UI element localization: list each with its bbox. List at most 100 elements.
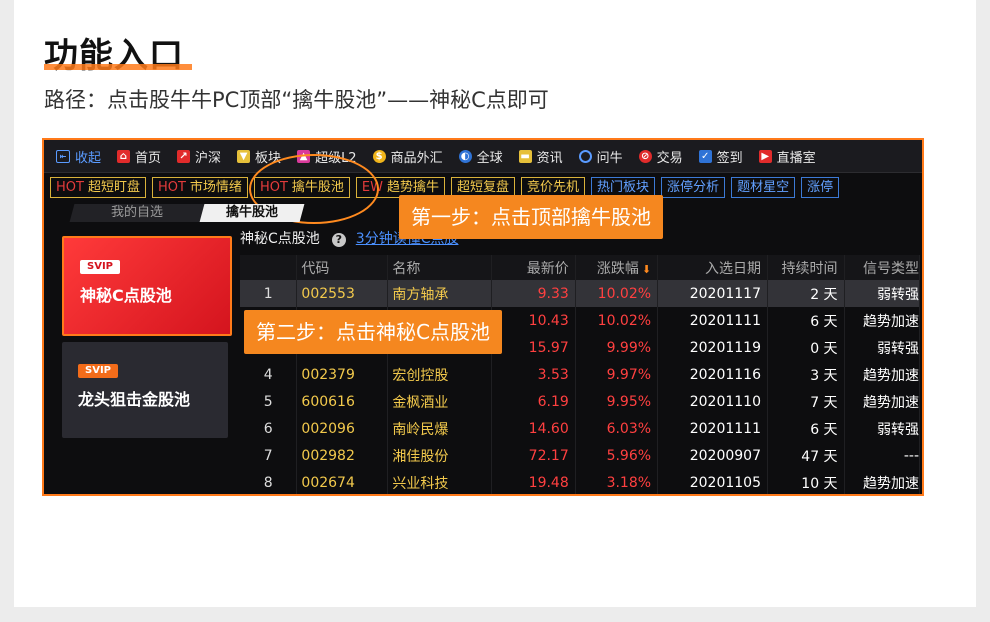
nav-global[interactable]: ◐ 全球	[458, 147, 503, 166]
nav-news[interactable]: ▬ 资讯	[518, 147, 563, 166]
cell-price: 6.19	[491, 388, 576, 415]
chart-icon: ↗	[177, 149, 191, 163]
cell-signal: 趋势加速	[844, 388, 921, 415]
step1-callout: 第一步：点击顶部擒牛股池	[399, 195, 663, 239]
nav-label: 问牛	[596, 150, 623, 166]
folder-icon: ▬	[518, 149, 532, 163]
pool-main: 神秘C点股池? 3分钟读懂C点股 代码 名称 最新价 涨跌幅 ⬇ 入选日期 持续时间…	[240, 226, 921, 494]
nav-label: 沪深	[195, 150, 222, 166]
cell-price: 10.43	[491, 307, 576, 334]
nav-checkin[interactable]: ✓ 签到	[698, 147, 743, 166]
cell-change: 5.96%	[575, 442, 659, 469]
table-row[interactable]: 8 002674 兴业科技 19.48 3.18% 20201105 10 天趋势加速	[240, 469, 921, 494]
tab-label: 擒牛股池	[225, 205, 278, 220]
tag-label: 超短复盘	[457, 179, 510, 195]
cell-price: 19.48	[491, 469, 576, 494]
cell-duration: 6 天	[767, 415, 845, 442]
nav-commodity[interactable]: $ 商品外汇	[372, 147, 443, 166]
cell-change: 10.02%	[575, 280, 659, 307]
cell-duration: 3 天	[767, 361, 845, 388]
cell-duration: 47 天	[767, 442, 845, 469]
tag-theme[interactable]: 题材星空	[731, 176, 796, 198]
col-price[interactable]: 最新价	[491, 255, 576, 280]
col-duration[interactable]: 持续时间	[767, 255, 845, 280]
cell-date: 20201117	[657, 280, 768, 307]
col-date[interactable]: 入选日期	[657, 255, 768, 280]
cell-index: 7	[240, 442, 298, 469]
col-code[interactable]: 代码	[296, 255, 389, 280]
cell-signal: 趋势加速	[844, 469, 921, 494]
hot-badge: HOT	[56, 179, 84, 195]
nav-ask[interactable]: 问牛	[578, 147, 623, 166]
col-signal[interactable]: 信号类型	[844, 255, 921, 280]
tag-label: 市场情绪	[189, 179, 242, 195]
cell-code: 002674	[296, 469, 389, 494]
live-icon: ▶	[758, 149, 772, 163]
cell-signal: ---	[844, 442, 921, 469]
cell-price: 15.97	[491, 334, 576, 361]
cell-change: 9.97%	[575, 361, 659, 388]
table-row[interactable]: 7 002982 湘佳股份 72.17 5.96% 20200907 47 天 ---	[240, 442, 921, 469]
nav-trade[interactable]: ⊘ 交易	[638, 147, 683, 166]
tab-qinniu-pool[interactable]: 擒牛股池	[199, 204, 305, 222]
cell-name: 南岭民爆	[387, 415, 492, 442]
cell-price: 3.53	[491, 361, 576, 388]
table-row[interactable]: 5 600616 金枫酒业 6.19 9.95% 20201110 7 天趋势加速	[240, 388, 921, 415]
cell-index: 8	[240, 469, 298, 494]
cell-code: 002379	[296, 361, 389, 388]
app-screenshot: ⇤ 收起 ⌂ 首页 ↗ 沪深 ▼ 板块 ▲ 超级L2 $ 商品外汇 ◐ 全球 ▬ 资讯 问牛 ⊘…	[42, 138, 924, 496]
pool-card-leader-sniper[interactable]: SVIP 龙头狙击金股池	[62, 342, 228, 438]
cell-duration: 6 天	[767, 307, 845, 334]
cell-change: 3.18%	[575, 469, 659, 494]
nav-collapse[interactable]: ⇤ 收起	[56, 147, 101, 166]
col-change-label: 涨跌幅	[596, 260, 639, 277]
cell-change: 6.03%	[575, 415, 659, 442]
nav-hushen[interactable]: ↗ 沪深	[177, 147, 221, 166]
page-subtitle: 路径：点击股牛牛PC顶部“擒牛股池”——神秘C点即可	[44, 88, 549, 112]
cell-date: 20201119	[657, 334, 768, 361]
cell-date: 20201110	[657, 388, 768, 415]
table-row[interactable]: 1 002553 南方轴承 9.33 10.02% 20201117 2 天弱转强	[240, 280, 921, 307]
svip-badge: SVIP	[80, 260, 120, 274]
title-underline	[44, 64, 192, 70]
globe-icon: ◐	[458, 149, 472, 163]
tag-ultra-short[interactable]: HOT 超短盯盘	[50, 176, 146, 198]
nav-label: 首页	[135, 150, 162, 166]
cell-signal: 弱转强	[844, 280, 921, 307]
cell-change: 10.02%	[575, 307, 659, 334]
pool-sidebar: SVIP 神秘C点股池 SVIP 龙头狙击金股池	[54, 228, 234, 490]
help-icon[interactable]: ?	[331, 233, 346, 247]
nav-home[interactable]: ⌂ 首页	[117, 147, 161, 166]
col-change[interactable]: 涨跌幅 ⬇	[575, 255, 659, 280]
nav-label: 签到	[716, 150, 743, 166]
home-icon: ⌂	[117, 149, 131, 163]
cell-date: 20201116	[657, 361, 768, 388]
tag-limit-up[interactable]: 涨停分析	[661, 176, 726, 198]
table-header-row: 代码 名称 最新价 涨跌幅 ⬇ 入选日期 持续时间 信号类型	[240, 255, 921, 280]
pool-card-mystery-c[interactable]: SVIP 神秘C点股池	[62, 236, 232, 336]
cell-duration: 10 天	[767, 469, 845, 494]
stock-table: 代码 名称 最新价 涨跌幅 ⬇ 入选日期 持续时间 信号类型 1 002553 南方轴…	[240, 255, 921, 494]
nav-label: 全球	[476, 150, 503, 166]
tag-market-mood[interactable]: HOT 市场情绪	[151, 176, 248, 198]
col-name[interactable]: 名称	[387, 255, 492, 280]
tag-label: 竞价先机	[527, 179, 580, 195]
svip-badge: SVIP	[78, 364, 118, 378]
nav-label: 收起	[75, 150, 102, 166]
sort-down-icon: ⬇	[641, 262, 652, 276]
pool-header-title: 神秘C点股池	[240, 231, 320, 247]
cell-date: 20201111	[657, 307, 768, 334]
tag-label: 热门板块	[597, 179, 650, 195]
tag-limit[interactable]: 涨停	[801, 176, 840, 198]
table-row[interactable]: 4 002379 宏创控股 3.53 9.97% 20201116 3 天趋势加速	[240, 361, 921, 388]
table-row[interactable]: 6 002096 南岭民爆 14.60 6.03% 20201111 6 天弱转强	[240, 415, 921, 442]
tab-my-watchlist[interactable]: 我的自选	[69, 204, 205, 222]
cell-duration: 2 天	[767, 280, 845, 307]
cell-duration: 0 天	[767, 334, 845, 361]
cell-name: 兴业科技	[387, 469, 492, 494]
cell-name: 湘佳股份	[387, 442, 492, 469]
collapse-icon: ⇤	[56, 149, 70, 163]
tag-label: 题材星空	[737, 179, 790, 195]
nav-live[interactable]: ▶ 直播室	[758, 147, 816, 166]
cell-index: 6	[240, 415, 298, 442]
